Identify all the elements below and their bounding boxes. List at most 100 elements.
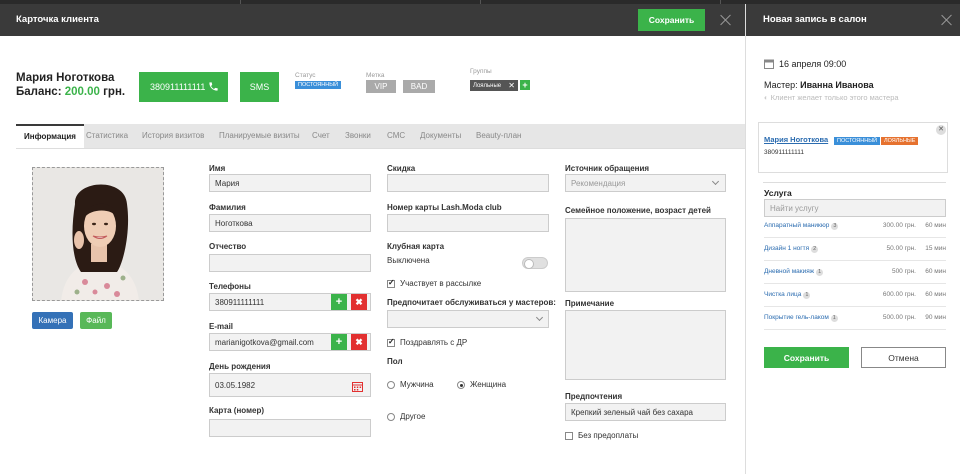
call-phone-button[interactable]: 380911111111 xyxy=(139,72,228,102)
email-label: E-mail xyxy=(209,322,234,331)
service-search-input[interactable]: Найти услугу xyxy=(764,199,946,217)
discount-input[interactable] xyxy=(387,174,549,192)
phone-icon xyxy=(209,82,218,91)
divider xyxy=(763,182,946,183)
prefer-masters-select[interactable] xyxy=(387,310,549,328)
mailing-checkbox[interactable] xyxy=(387,278,395,288)
mark-vip-tag[interactable]: VIP xyxy=(366,80,396,93)
source-select[interactable]: Рекомендация xyxy=(565,174,726,192)
tab-info[interactable]: Информация xyxy=(16,124,84,148)
group-add-button[interactable]: + xyxy=(520,80,530,90)
add-phone-button[interactable]: + xyxy=(331,294,347,310)
family-label: Семейное положение, возраст детей xyxy=(565,206,711,215)
note-textarea[interactable] xyxy=(565,310,726,380)
source-label: Источник обращения xyxy=(565,164,650,173)
booking-header: Новая запись в салон xyxy=(746,4,960,36)
balance-value: 200.00 xyxy=(64,86,100,98)
gender-male-radio[interactable] xyxy=(387,381,395,389)
mark-label: Метка xyxy=(366,72,385,79)
tab-beauty-plan[interactable]: Beauty-план xyxy=(476,124,521,148)
client-card-close-icon[interactable] xyxy=(719,13,733,27)
no-prepay-checkbox[interactable] xyxy=(565,432,573,440)
service-duration: 15 мин xyxy=(925,245,946,252)
booking-master[interactable]: Мастер: Иванна Иванова xyxy=(764,80,874,90)
tab-visit-history[interactable]: История визитов xyxy=(142,124,204,148)
client-balance: Баланс: 200.00 грн. xyxy=(16,86,125,98)
booking-client-remove-icon[interactable]: ✕ xyxy=(936,125,946,135)
gender-other-radio[interactable] xyxy=(387,413,395,421)
last-name-label: Фамилия xyxy=(209,203,246,212)
service-row[interactable]: Покрытие гель-лаком 1 500.00 грн. 90 мин xyxy=(764,308,946,330)
tab-planned-visits[interactable]: Планируемые визиты xyxy=(219,124,300,148)
service-name: Дизайн 1 ногтя 2 xyxy=(764,245,819,253)
tabs-divider xyxy=(16,148,745,149)
gender-label: Пол xyxy=(387,357,403,366)
gender-female-radio[interactable] xyxy=(457,381,465,389)
note-label: Примечание xyxy=(565,299,615,308)
booking-cancel-button[interactable]: Отмена xyxy=(861,347,946,368)
service-row[interactable]: Дневной макияж 1 500 грн. 60 мин xyxy=(764,262,946,284)
balance-label: Баланс: xyxy=(16,86,62,98)
service-row[interactable]: Аппаратный маникюр 3 300.00 грн. 60 мин xyxy=(764,216,946,238)
booking-client-group-badge: ЛОЯЛЬНЫЕ xyxy=(881,137,919,145)
sms-button[interactable]: SMS xyxy=(240,72,279,102)
master-label: Мастер: xyxy=(764,80,798,90)
last-name-input[interactable]: Ноготкова xyxy=(209,214,371,232)
tab-statistics[interactable]: Статистика xyxy=(86,124,128,148)
booking-close-icon[interactable] xyxy=(940,13,954,27)
preferences-label: Предпочтения xyxy=(565,392,623,401)
preferences-input[interactable]: Крепкий зеленый чай без сахара xyxy=(565,403,726,421)
service-count-badge: 1 xyxy=(816,269,824,276)
tab-calls[interactable]: Звонки xyxy=(345,124,371,148)
remove-email-button[interactable]: ✖ xyxy=(351,334,367,350)
no-prepay-label: Без предоплаты xyxy=(578,431,639,440)
service-name: Дневной макияж 1 xyxy=(764,268,824,276)
master-hint[interactable]: ◐ Клиент желает только этого мастера xyxy=(764,93,899,102)
remove-phone-button[interactable]: ✖ xyxy=(351,294,367,310)
birthday-input[interactable]: 03.05.1982 xyxy=(209,373,371,397)
service-duration: 60 мин xyxy=(925,222,946,229)
group-chip: Лояльные ✕ xyxy=(470,80,518,91)
client-card-header: Карточка клиента Сохранить xyxy=(0,4,745,36)
family-textarea[interactable] xyxy=(565,218,726,292)
client-card-panel: Карточка клиента Сохранить Мария Ноготко… xyxy=(0,4,745,474)
discount-label: Скидка xyxy=(387,164,416,173)
booking-client-phone: 380911111111 xyxy=(764,149,805,156)
add-email-button[interactable]: + xyxy=(331,334,347,350)
client-save-button[interactable]: Сохранить xyxy=(638,9,705,31)
groups-label: Группы xyxy=(470,68,492,75)
client-photo[interactable] xyxy=(32,167,164,301)
congratulate-checkbox[interactable] xyxy=(387,337,395,347)
service-price: 300.00 грн. xyxy=(882,222,916,229)
camera-button[interactable]: Камера xyxy=(32,312,73,329)
service-row[interactable]: Дизайн 1 ногтя 2 50.00 грн. 15 мин xyxy=(764,239,946,261)
file-button[interactable]: Файл xyxy=(80,312,112,329)
group-remove-icon[interactable]: ✕ xyxy=(508,80,515,91)
first-name-input[interactable]: Мария xyxy=(209,174,371,192)
service-count-badge: 1 xyxy=(803,292,811,299)
tab-documents[interactable]: Документы xyxy=(420,124,461,148)
mark-bad-tag[interactable]: BAD xyxy=(403,80,435,93)
gender-other-label: Другое xyxy=(400,412,426,421)
patronymic-input[interactable] xyxy=(209,254,371,272)
club-card-label: Клубная карта xyxy=(387,242,445,251)
service-count-badge: 3 xyxy=(831,223,839,230)
calendar-icon[interactable] xyxy=(352,381,363,392)
congratulate-label: Поздравлять с ДР xyxy=(400,338,468,347)
status-badge[interactable]: ПОСТОЯННЫЙ xyxy=(295,81,342,89)
card-number-input[interactable] xyxy=(209,419,371,437)
service-duration: 60 мин xyxy=(925,291,946,298)
service-price: 500 грн. xyxy=(891,268,916,275)
club-card-toggle[interactable] xyxy=(522,257,548,269)
client-photo-image xyxy=(33,168,163,300)
booking-save-button[interactable]: Сохранить xyxy=(764,347,849,368)
service-label: Услуга xyxy=(764,188,792,198)
booking-client-name[interactable]: Мария Ноготкова xyxy=(764,135,828,144)
client-card-title: Карточка клиента xyxy=(16,14,99,25)
club-card-number-input[interactable] xyxy=(387,214,549,232)
tab-invoice[interactable]: Счет xyxy=(312,124,330,148)
booking-date[interactable]: 16 апреля 09:00 xyxy=(779,59,846,69)
service-row[interactable]: Чистка лица 1 600.00 грн. 60 мин xyxy=(764,285,946,307)
balance-currency: грн. xyxy=(103,86,126,98)
tab-sms[interactable]: СМС xyxy=(387,124,405,148)
